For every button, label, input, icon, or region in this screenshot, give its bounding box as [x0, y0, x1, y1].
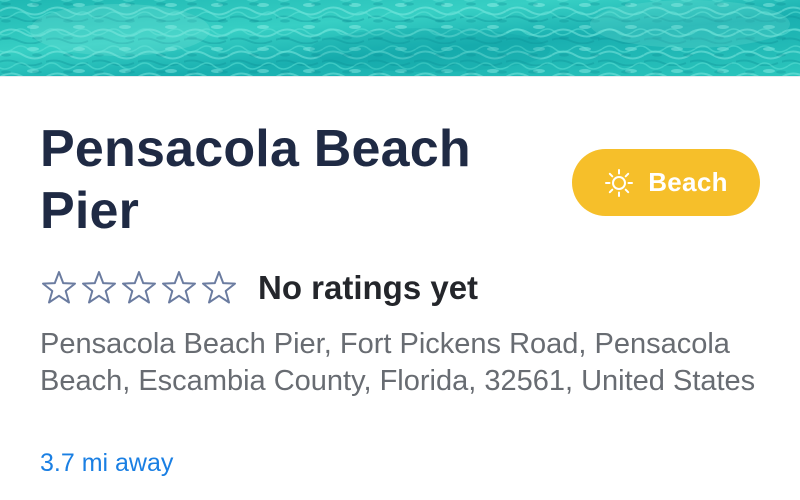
star-outline-icon[interactable] — [160, 269, 198, 307]
ocean-water-image — [0, 0, 800, 76]
category-badge-label: Beach — [648, 167, 728, 197]
star-outline-icon[interactable] — [80, 269, 118, 307]
star-outline-icon[interactable] — [40, 269, 78, 307]
sun-icon — [604, 168, 634, 198]
distance-link[interactable]: 3.7 mi away — [40, 447, 173, 479]
hero-image — [0, 0, 800, 77]
category-badge-button[interactable]: Beach — [572, 149, 760, 216]
place-detail-card: Pensacola Beach Pier Beach No ratings ye… — [0, 0, 800, 500]
place-address: Pensacola Beach Pier, Fort Pickens Road,… — [40, 328, 756, 397]
star-outline-icon[interactable] — [200, 269, 238, 307]
rating-row: No ratings yet — [40, 266, 478, 310]
place-title: Pensacola Beach Pier — [40, 120, 471, 240]
star-outline-icon[interactable] — [120, 269, 158, 307]
rating-status-text: No ratings yet — [258, 269, 479, 306]
star-rating[interactable] — [40, 269, 238, 307]
